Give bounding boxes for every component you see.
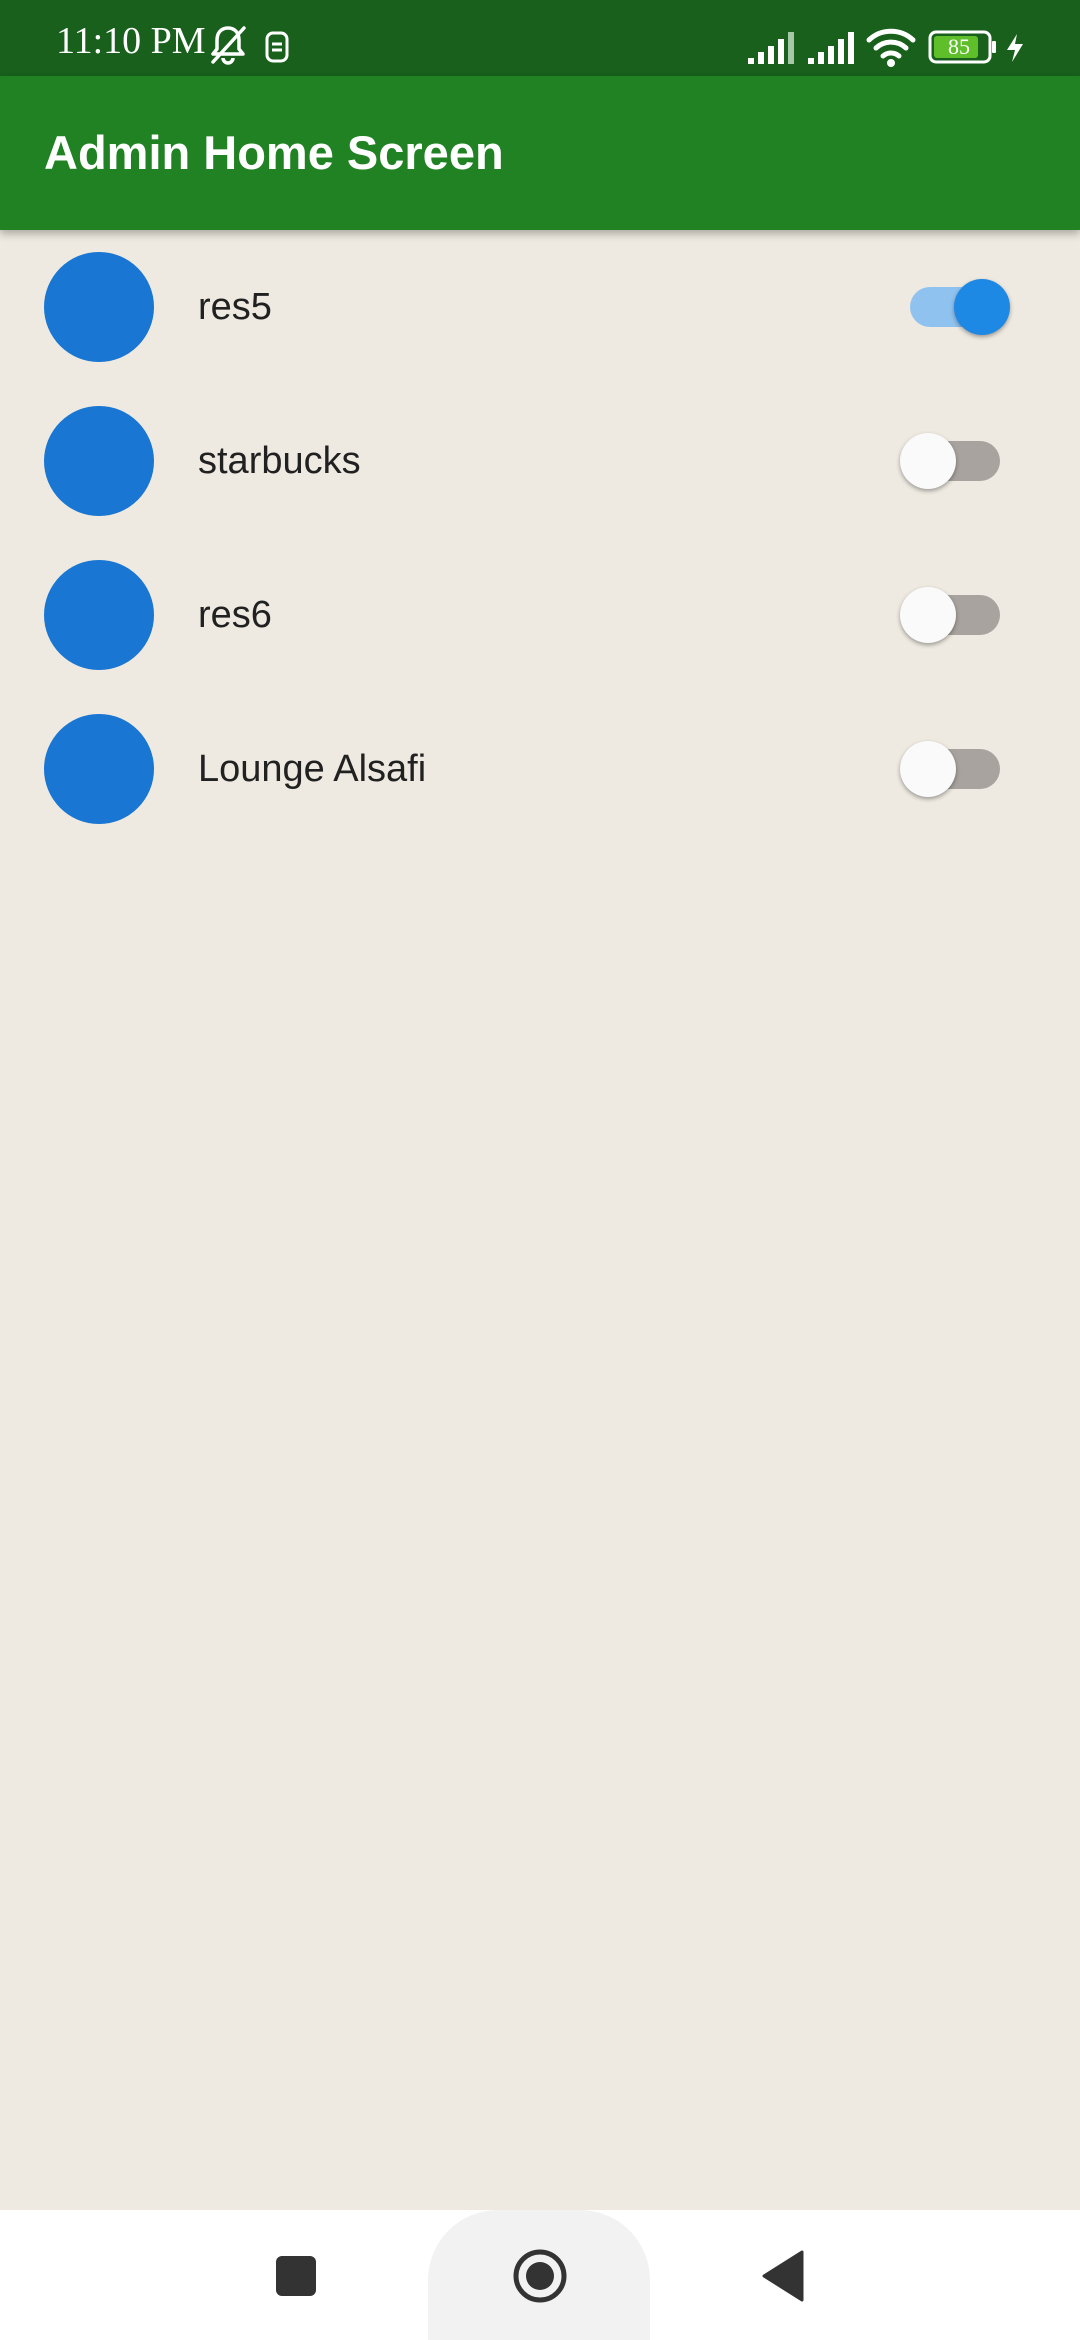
page-title: Admin Home Screen xyxy=(44,126,504,179)
charging-icon xyxy=(1007,34,1023,62)
wifi-icon xyxy=(866,28,916,67)
signal-icon xyxy=(748,32,794,64)
restaurant-toggle[interactable] xyxy=(890,270,1020,344)
battery-indicator: 85 xyxy=(928,30,998,64)
status-time: 11:10 PM xyxy=(56,20,206,62)
avatar xyxy=(44,560,154,670)
switch-thumb xyxy=(954,279,1010,335)
navigation-bar xyxy=(0,2210,1080,2340)
recents-icon[interactable] xyxy=(272,2254,320,2298)
list-item[interactable]: Lounge Alsafi xyxy=(0,692,1080,846)
back-icon[interactable] xyxy=(760,2250,806,2302)
app-bar: Admin Home Screen xyxy=(0,76,1080,230)
avatar xyxy=(44,406,154,516)
battery-level: 85 xyxy=(948,34,970,59)
signal-icon xyxy=(808,32,854,64)
home-icon[interactable] xyxy=(510,2246,570,2306)
switch-thumb xyxy=(900,587,956,643)
avatar xyxy=(44,252,154,362)
restaurant-toggle[interactable] xyxy=(890,424,1020,498)
restaurant-toggle[interactable] xyxy=(890,578,1020,652)
list-item[interactable]: res6 xyxy=(0,538,1080,692)
restaurant-list: res5 starbucks res6 Lounge Alsafi xyxy=(0,230,1080,846)
restaurant-toggle[interactable] xyxy=(890,732,1020,806)
list-item[interactable]: res5 xyxy=(0,230,1080,384)
switch-thumb xyxy=(900,433,956,489)
sim-icon xyxy=(265,31,289,63)
status-bar: 11:10 PM 85 xyxy=(0,0,1080,76)
restaurant-name: res6 xyxy=(198,594,272,636)
notifications-off-icon xyxy=(211,26,246,65)
switch-thumb xyxy=(900,741,956,797)
restaurant-name: res5 xyxy=(198,286,272,328)
avatar xyxy=(44,714,154,824)
list-item[interactable]: starbucks xyxy=(0,384,1080,538)
restaurant-name: Lounge Alsafi xyxy=(198,748,427,790)
restaurant-name: starbucks xyxy=(198,440,361,482)
